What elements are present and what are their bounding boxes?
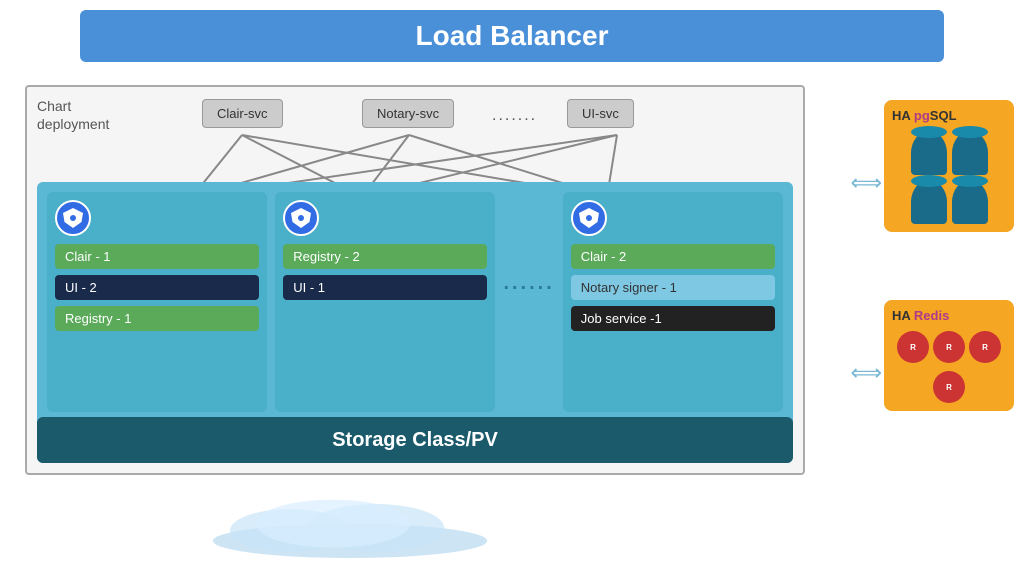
ui-1-tag: UI - 1	[283, 275, 487, 300]
job-service-1-tag: Job service -1	[571, 306, 775, 331]
chart-deployment-box: Chartdeployment Clair-svc Notary-svc ...…	[25, 85, 805, 475]
ha-pgsql-box: HA pgSQL	[884, 100, 1014, 232]
pod-3: Clair - 2 Notary signer - 1 Job service …	[563, 192, 783, 412]
load-balancer-box: Load Balancer	[80, 10, 944, 62]
db-icon-2	[952, 131, 988, 175]
kubernetes-svg-1	[61, 206, 85, 230]
notary-signer-1-tag: Notary signer - 1	[571, 275, 775, 300]
notary-svc-box: Notary-svc	[362, 99, 454, 128]
ha-redis-box: HA Redis R R R R	[884, 300, 1014, 411]
pod-2: Registry - 2 UI - 1	[275, 192, 495, 412]
redis-icon-2: R	[933, 331, 965, 363]
pods-dots: ......	[503, 192, 554, 295]
ha-redis-title: HA Redis	[892, 308, 1006, 323]
redis-icon-1: R	[897, 331, 929, 363]
k8s-icon-3	[571, 200, 607, 236]
kubernetes-svg-3	[577, 206, 601, 230]
redis-icon-4: R	[933, 371, 965, 403]
registry-2-tag: Registry - 2	[283, 244, 487, 269]
db-icon-3	[911, 180, 947, 224]
pod-1: Clair - 1 UI - 2 Registry - 1	[47, 192, 267, 412]
storage-bar: Storage Class/PV	[37, 417, 793, 463]
arrow-to-redis: ⟺	[850, 360, 882, 386]
db-icon-1	[911, 131, 947, 175]
ui-svc-box: UI-svc	[567, 99, 634, 128]
pgsql-db-icons	[892, 131, 1006, 224]
services-dots: .......	[492, 107, 537, 125]
clair-svc-box: Clair-svc	[202, 99, 283, 128]
k8s-icon-2	[283, 200, 319, 236]
ui-2-tag: UI - 2	[55, 275, 259, 300]
ha-pgsql-title: HA pgSQL	[892, 108, 1006, 123]
load-balancer-label: Load Balancer	[416, 20, 609, 52]
kubernetes-svg-2	[289, 206, 313, 230]
arrow-to-pgsql: ⟺	[850, 170, 882, 196]
redis-icon-3: R	[969, 331, 1001, 363]
chart-deployment-label: Chartdeployment	[37, 97, 109, 133]
cloud-decoration	[180, 498, 520, 558]
clair-2-tag: Clair - 2	[571, 244, 775, 269]
storage-label: Storage Class/PV	[332, 429, 498, 452]
db-icon-4	[952, 180, 988, 224]
clair-1-tag: Clair - 1	[55, 244, 259, 269]
k8s-icon-1	[55, 200, 91, 236]
registry-1-tag: Registry - 1	[55, 306, 259, 331]
redis-icons: R R R R	[892, 331, 1006, 403]
